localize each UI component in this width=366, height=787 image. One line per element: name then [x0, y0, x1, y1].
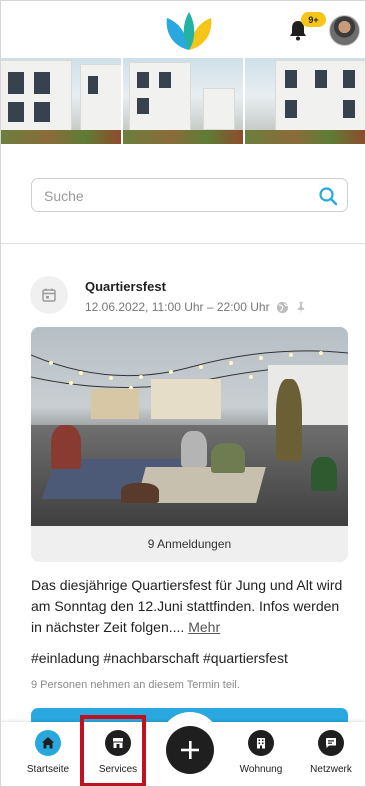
- chat-icon: [326, 738, 336, 748]
- participants-note: 9 Personen nehmen an diesem Termin teil.: [31, 679, 240, 691]
- nav-home[interactable]: Startseite: [15, 730, 81, 775]
- bottom-navigation: Startseite Services Wohnung Netzwerk: [0, 712, 366, 787]
- read-more-link[interactable]: Mehr: [188, 619, 220, 635]
- pin-icon[interactable]: [295, 301, 307, 314]
- building-icon: [257, 738, 265, 749]
- nav-apartment-label: Wohnung: [239, 764, 283, 775]
- event-image[interactable]: [31, 327, 348, 526]
- highlight-box: [80, 715, 146, 787]
- avatar[interactable]: [329, 15, 360, 46]
- header-banner-image: [0, 58, 366, 144]
- registration-count[interactable]: 9 Anmeldungen: [31, 526, 348, 562]
- app-logo-icon: [166, 12, 212, 50]
- nav-apartment[interactable]: Wohnung: [228, 730, 294, 775]
- nav-home-label: Startseite: [26, 764, 70, 775]
- nav-network-label: Netzwerk: [310, 764, 352, 775]
- event-description-text: Das diesjährige Quartiersfest für Jung u…: [31, 577, 343, 635]
- event-meta: 12.06.2022, 11:00 Uhr – 22:00 Uhr: [85, 300, 307, 314]
- add-button[interactable]: [166, 726, 214, 774]
- home-icon: [42, 737, 54, 749]
- event-type-badge: [30, 276, 68, 314]
- globe-icon: [276, 301, 288, 313]
- calendar-icon: [42, 288, 56, 302]
- event-hashtags[interactable]: #einladung #nachbarschaft #quartiersfest: [31, 650, 288, 666]
- event-description: Das diesjährige Quartiersfest für Jung u…: [31, 575, 351, 638]
- section-divider: [0, 243, 366, 244]
- notification-badge: 9+: [301, 12, 326, 27]
- search-input[interactable]: [42, 185, 306, 207]
- search-bar[interactable]: [31, 178, 348, 212]
- app-header: 9+: [0, 0, 366, 58]
- nav-network[interactable]: Netzwerk: [298, 730, 364, 775]
- search-icon[interactable]: [318, 186, 338, 206]
- event-datetime: 12.06.2022, 11:00 Uhr – 22:00 Uhr: [85, 300, 270, 314]
- plus-icon: [181, 741, 199, 759]
- event-title[interactable]: Quartiersfest: [85, 279, 166, 294]
